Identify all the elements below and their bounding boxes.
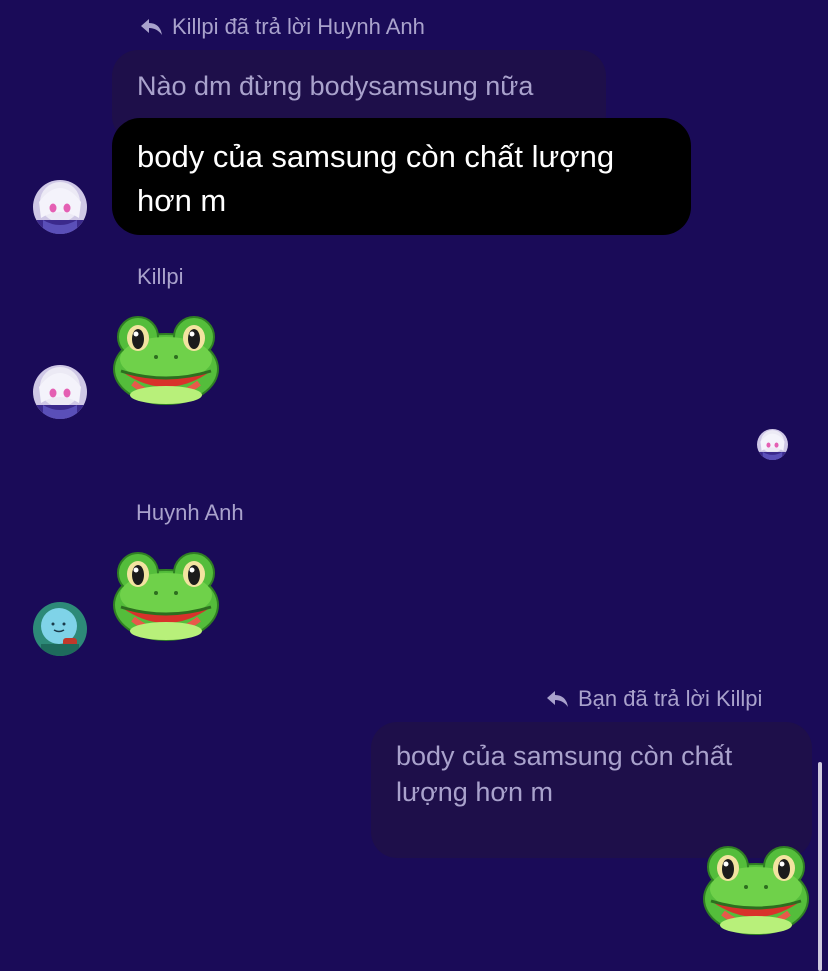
quoted-message-bubble[interactable]: body của samsung còn chất lượng hơn m <box>371 722 812 858</box>
anime-girl-avatar-icon <box>33 180 87 234</box>
anime-girl-avatar-icon <box>757 429 788 460</box>
reply-indicator-text: Bạn đã trả lời Killpi <box>578 686 763 711</box>
reply-indicator-text: Killpi đã trả lời Huynh Anh <box>172 14 425 39</box>
avatar[interactable] <box>33 365 87 419</box>
read-receipt-avatar <box>757 429 788 460</box>
message-bubble[interactable]: body của samsung còn chất lượng hơn m <box>112 118 691 235</box>
frog-sticker[interactable] <box>701 843 811 938</box>
avatar[interactable] <box>33 602 87 656</box>
quoted-message-text: Nào dm đừng bodysamsung nữa <box>137 71 534 101</box>
avatar[interactable] <box>33 180 87 234</box>
frog-emoji-icon <box>111 313 221 408</box>
sender-name: Huynh Anh <box>136 500 244 525</box>
reply-indicator: Killpi đã trả lời Huynh Anh <box>140 14 425 40</box>
reply-indicator: Bạn đã trả lời Killpi <box>546 686 762 712</box>
cartoon-character-avatar-icon <box>33 602 87 656</box>
frog-emoji-icon <box>701 843 811 938</box>
anime-girl-avatar-icon <box>33 365 87 419</box>
reply-arrow-icon <box>547 691 568 707</box>
sender-name: Killpi <box>137 264 184 289</box>
reply-arrow-icon <box>141 19 162 35</box>
scrollbar[interactable] <box>818 762 822 971</box>
frog-sticker[interactable] <box>111 313 221 408</box>
frog-sticker[interactable] <box>111 549 221 644</box>
frog-emoji-icon <box>111 549 221 644</box>
message-text: body của samsung còn chất lượng hơn m <box>137 139 615 218</box>
quoted-message-text: body của samsung còn chất lượng hơn m <box>396 741 733 807</box>
